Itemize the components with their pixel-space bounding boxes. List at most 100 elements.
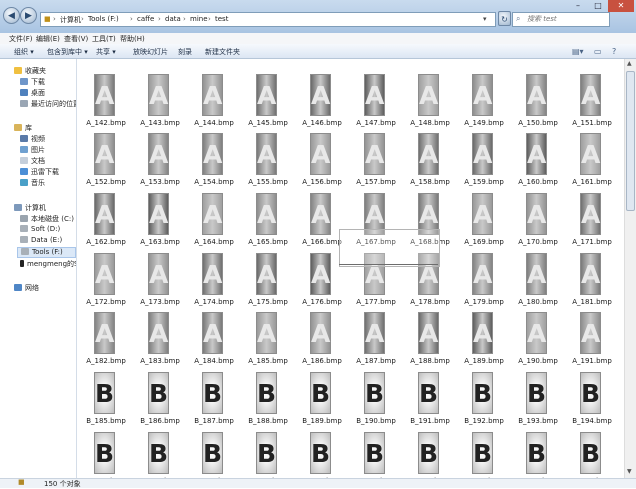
file-item[interactable]: A A_150.bmp bbox=[509, 71, 569, 131]
file-item[interactable]: A A_183.bmp bbox=[131, 309, 191, 369]
file-item[interactable]: A A_163.bmp bbox=[131, 190, 191, 250]
file-item[interactable]: A A_181.bmp bbox=[563, 250, 623, 310]
file-item[interactable]: A A_188.bmp bbox=[401, 309, 461, 369]
file-item[interactable]: A A_179.bmp bbox=[455, 250, 515, 310]
file-item[interactable]: A A_172.bmp bbox=[77, 250, 137, 310]
sidebar-item-drive-c[interactable]: 本地磁盘 (C:) bbox=[20, 214, 74, 224]
sidebar-item-music[interactable]: 音乐 bbox=[20, 178, 45, 188]
file-item[interactable]: A A_185.bmp bbox=[239, 309, 299, 369]
refresh-button[interactable]: ↻ bbox=[498, 11, 511, 26]
file-item[interactable]: BB_196.bmp bbox=[131, 429, 191, 478]
file-item[interactable]: B B_189.bmp bbox=[293, 369, 353, 429]
file-item[interactable]: A A_164.bmp bbox=[185, 190, 245, 250]
address-bar[interactable]: ■ › 计算机 › Tools (F:) › caffe › data › mi… bbox=[40, 12, 496, 27]
file-item[interactable]: A A_153.bmp bbox=[131, 130, 191, 190]
file-item[interactable]: A A_144.bmp bbox=[185, 71, 245, 131]
sidebar-item-thunder[interactable]: 迅雷下载 bbox=[20, 167, 59, 177]
sidebar-item-pictures[interactable]: 图片 bbox=[20, 145, 45, 155]
file-item[interactable]: A A_146.bmp bbox=[293, 71, 353, 131]
breadcrumb-data[interactable]: data bbox=[165, 15, 181, 23]
sidebar-item-videos[interactable]: 视频 bbox=[20, 134, 45, 144]
menu-file[interactable]: 文件(F) bbox=[9, 34, 33, 44]
sidebar-item-phone[interactable]: mengmeng的Sp bbox=[20, 259, 76, 269]
file-item[interactable]: A A_145.bmp bbox=[239, 71, 299, 131]
file-item[interactable]: A A_174.bmp bbox=[185, 250, 245, 310]
menu-view[interactable]: 查看(V) bbox=[64, 34, 88, 44]
file-item[interactable]: A A_159.bmp bbox=[455, 130, 515, 190]
file-item[interactable]: BB_204.bmp bbox=[563, 429, 623, 478]
breadcrumb-mine[interactable]: mine bbox=[190, 15, 208, 23]
file-item[interactable]: A A_156.bmp bbox=[293, 130, 353, 190]
sidebar-item-recent[interactable]: 最近访问的位置 bbox=[20, 99, 76, 109]
breadcrumb-tools[interactable]: Tools (F:) bbox=[88, 15, 119, 23]
file-item[interactable]: A A_142.bmp bbox=[77, 71, 137, 131]
file-item[interactable]: A A_187.bmp bbox=[347, 309, 407, 369]
sidebar-computer[interactable]: 计算机 bbox=[14, 203, 46, 213]
sidebar-item-downloads[interactable]: 下载 bbox=[20, 77, 45, 87]
file-item[interactable]: A A_169.bmp bbox=[455, 190, 515, 250]
file-item[interactable]: BB_200.bmp bbox=[347, 429, 407, 478]
file-item[interactable]: B B_193.bmp bbox=[509, 369, 569, 429]
file-item[interactable]: A A_157.bmp bbox=[347, 130, 407, 190]
back-button[interactable]: ◀ bbox=[3, 7, 20, 24]
sidebar-item-documents[interactable]: 文档 bbox=[20, 156, 45, 166]
sidebar-item-drive-f[interactable]: Tools (F:) bbox=[17, 247, 76, 258]
file-item[interactable]: A A_158.bmp bbox=[401, 130, 461, 190]
file-item[interactable]: B B_188.bmp bbox=[239, 369, 299, 429]
slideshow-button[interactable]: 放映幻灯片 bbox=[133, 47, 168, 57]
sidebar-item-drive-d[interactable]: Soft (D:) bbox=[20, 225, 60, 235]
file-item[interactable]: A A_160.bmp bbox=[509, 130, 569, 190]
file-item[interactable]: A A_147.bmp bbox=[347, 71, 407, 131]
file-item[interactable]: B B_185.bmp bbox=[77, 369, 137, 429]
file-item[interactable]: BB_198.bmp bbox=[239, 429, 299, 478]
breadcrumb-computer[interactable]: 计算机 bbox=[60, 15, 81, 25]
preview-pane-icon[interactable]: ▭ bbox=[594, 47, 602, 56]
sidebar-favorites[interactable]: 收藏夹 bbox=[14, 66, 46, 76]
file-item[interactable]: A A_148.bmp bbox=[401, 71, 461, 131]
file-item[interactable]: B B_191.bmp bbox=[401, 369, 461, 429]
help-icon[interactable]: ? bbox=[612, 47, 616, 56]
scroll-up-icon[interactable]: ▲ bbox=[627, 60, 632, 67]
file-item[interactable]: BB_201.bmp bbox=[401, 429, 461, 478]
file-item[interactable]: A A_143.bmp bbox=[131, 71, 191, 131]
file-item[interactable]: A A_165.bmp bbox=[239, 190, 299, 250]
file-item[interactable]: BB_202.bmp bbox=[455, 429, 515, 478]
share-button[interactable]: 共享 ▾ bbox=[96, 47, 116, 57]
file-item[interactable]: BB_203.bmp bbox=[509, 429, 569, 478]
menu-edit[interactable]: 编辑(E) bbox=[36, 34, 60, 44]
menu-help[interactable]: 帮助(H) bbox=[120, 34, 145, 44]
search-input[interactable] bbox=[527, 15, 607, 23]
forward-button[interactable]: ▶ bbox=[20, 7, 37, 24]
file-item[interactable]: A A_175.bmp bbox=[239, 250, 299, 310]
sidebar-libraries[interactable]: 库 bbox=[14, 123, 32, 133]
chevron-down-icon[interactable]: ▾ bbox=[483, 15, 487, 23]
file-item[interactable]: BB_197.bmp bbox=[185, 429, 245, 478]
search-box[interactable]: ⌕ bbox=[512, 12, 610, 27]
file-item[interactable]: B B_194.bmp bbox=[563, 369, 623, 429]
file-item[interactable]: A A_154.bmp bbox=[185, 130, 245, 190]
file-item[interactable]: A A_191.bmp bbox=[563, 309, 623, 369]
file-item[interactable]: B B_187.bmp bbox=[185, 369, 245, 429]
breadcrumb-caffe[interactable]: caffe bbox=[137, 15, 154, 23]
file-item[interactable]: A A_171.bmp bbox=[563, 190, 623, 250]
file-item[interactable]: A A_155.bmp bbox=[239, 130, 299, 190]
file-item[interactable]: A A_152.bmp bbox=[77, 130, 137, 190]
file-item[interactable]: A A_149.bmp bbox=[455, 71, 515, 131]
scroll-down-icon[interactable]: ▼ bbox=[627, 468, 632, 475]
file-item[interactable]: A A_186.bmp bbox=[293, 309, 353, 369]
file-item[interactable]: A A_182.bmp bbox=[77, 309, 137, 369]
organize-button[interactable]: 组织 ▾ bbox=[14, 47, 34, 57]
file-item[interactable]: B B_190.bmp bbox=[347, 369, 407, 429]
file-item[interactable]: B B_186.bmp bbox=[131, 369, 191, 429]
file-item[interactable]: A A_161.bmp bbox=[563, 130, 623, 190]
file-item[interactable]: A A_190.bmp bbox=[509, 309, 569, 369]
sidebar-network[interactable]: 网络 bbox=[14, 283, 39, 293]
breadcrumb-test[interactable]: test bbox=[215, 15, 228, 23]
menu-tools[interactable]: 工具(T) bbox=[92, 34, 116, 44]
vertical-scrollbar[interactable]: ▲ ▼ bbox=[624, 59, 636, 478]
include-library-button[interactable]: 包含到库中 ▾ bbox=[47, 47, 88, 57]
sidebar-item-desktop[interactable]: 桌面 bbox=[20, 88, 45, 98]
close-button[interactable]: ✕ bbox=[608, 0, 634, 12]
scrollbar-thumb[interactable] bbox=[626, 71, 635, 211]
view-options-icon[interactable]: ▤▾ bbox=[572, 47, 584, 56]
